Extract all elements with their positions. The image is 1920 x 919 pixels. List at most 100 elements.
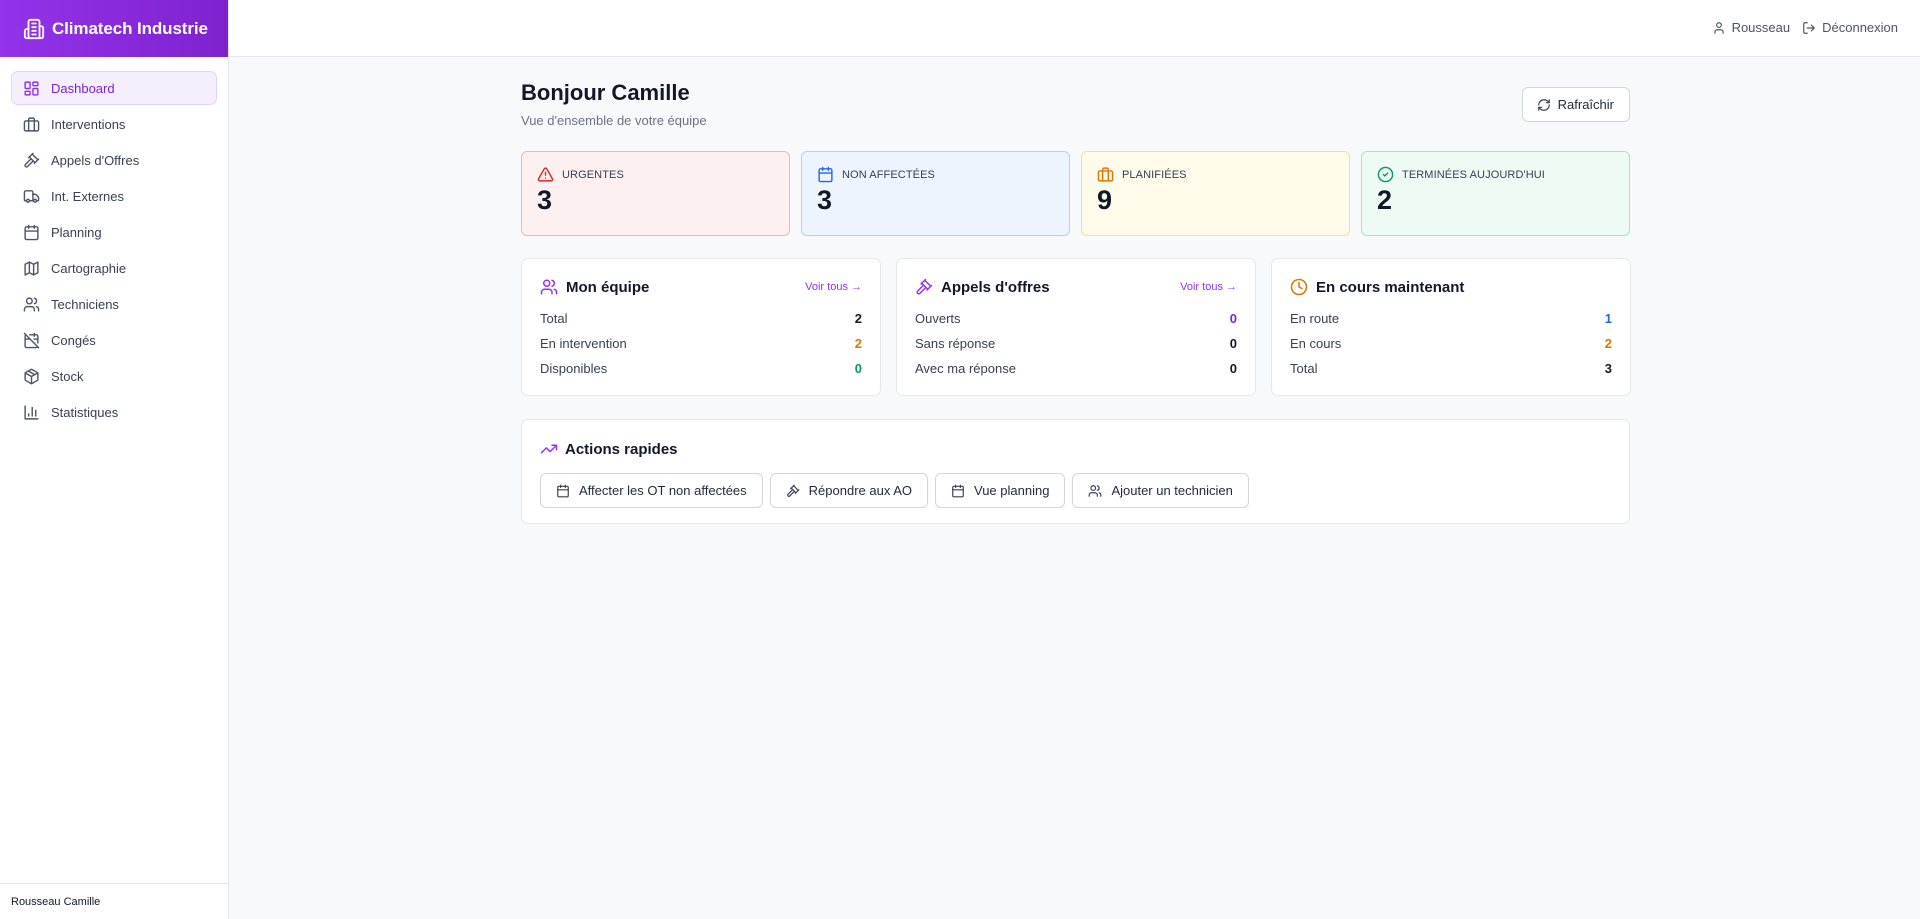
sidebar-user: Rousseau Camille [0, 883, 228, 919]
gavel-icon [786, 484, 800, 497]
card-title: Appels d'offres [941, 278, 1050, 296]
refresh-label: Rafraîchir [1557, 97, 1614, 112]
row-value: 2 [1604, 336, 1612, 351]
page-subtitle: Vue d'ensemble de votre équipe [521, 113, 707, 128]
map-icon [24, 260, 39, 276]
logout-label: Déconnexion [1822, 20, 1898, 35]
sidebar: Climatech Industrie Dashboard Interventi… [0, 0, 229, 919]
sidebar-item-label: Stock [51, 368, 84, 384]
tenders-card: Appels d'offres Voir tous → Ouverts 0 San… [896, 258, 1256, 396]
stat-card-terminees[interactable]: TERMINÉES AUJOURD'HUI 2 [1361, 151, 1630, 236]
calendar-icon [24, 224, 39, 240]
user-icon [1713, 21, 1724, 34]
sidebar-item-label: Cartographie [51, 260, 127, 276]
users-icon [540, 279, 558, 295]
tenders-row-ouverts: Ouverts 0 [915, 306, 1237, 331]
user-menu[interactable]: Rousseau [1712, 20, 1791, 35]
topbar-actions: Rousseau Déconnexion [1700, 0, 1898, 55]
stat-label: URGENTES [562, 168, 624, 181]
main-content: Bonjour Camille Vue d'ensemble de votre … [521, 80, 1631, 524]
assign-unassigned-button[interactable]: Affecter les OT non affectées [540, 473, 763, 508]
stat-value: 3 [817, 185, 833, 215]
logout-button[interactable]: Déconnexion [1802, 20, 1898, 35]
topbar: Rousseau Déconnexion [229, 0, 1920, 57]
button-label: Ajouter un technicien [1111, 483, 1233, 498]
card-title: Actions rapides [565, 440, 678, 458]
package-icon [24, 368, 39, 384]
sidebar-item-cartographie[interactable]: Cartographie [11, 251, 217, 285]
stat-label: PLANIFIÉES [1122, 168, 1187, 181]
sidebar-item-label: Interventions [51, 116, 126, 132]
row-label: Total [540, 311, 568, 326]
sidebar-item-label: Statistiques [51, 404, 119, 420]
sidebar-item-statistiques[interactable]: Statistiques [11, 395, 217, 429]
sidebar-item-int-externes[interactable]: Int. Externes [11, 179, 217, 213]
team-row-total: Total 2 [540, 306, 862, 331]
building-icon [23, 18, 45, 39]
stat-value: 9 [1097, 185, 1113, 215]
tenders-row-avec-reponse: Avec ma réponse 0 [915, 356, 1237, 381]
user-name: Rousseau [1731, 20, 1791, 35]
row-value: 0 [1229, 311, 1237, 326]
gavel-icon [24, 152, 40, 168]
sidebar-item-label: Planning [51, 224, 102, 240]
row-label: Avec ma réponse [915, 361, 1016, 376]
sidebar-item-stock[interactable]: Stock [11, 359, 217, 393]
row-label: En intervention [540, 336, 627, 351]
see-all-tenders-link[interactable]: Voir tous → [1180, 281, 1237, 293]
button-label: Affecter les OT non affectées [579, 483, 747, 498]
bar-chart-icon [24, 404, 39, 420]
planning-view-button[interactable]: Vue planning [935, 473, 1066, 508]
stat-card-non-affectees[interactable]: NON AFFECTÉES 3 [801, 151, 1070, 236]
calendar-icon [557, 484, 569, 497]
stat-card-planifiees[interactable]: PLANIFIÉES 9 [1081, 151, 1350, 236]
button-label: Répondre aux AO [808, 483, 913, 498]
team-row-disponibles: Disponibles 0 [540, 356, 862, 381]
row-value: 3 [1604, 361, 1612, 376]
users-icon [1089, 484, 1102, 497]
refresh-button[interactable]: Rafraîchir [1521, 87, 1630, 122]
tenders-row-sans-reponse: Sans réponse 0 [915, 331, 1237, 356]
row-label: Ouverts [915, 311, 961, 326]
calendar-off-icon [23, 332, 40, 348]
app-name: Climatech Industrie [52, 18, 208, 38]
stat-label: TERMINÉES AUJOURD'HUI [1402, 168, 1545, 181]
stat-card-urgentes[interactable]: URGENTES 3 [521, 151, 790, 236]
row-label: En route [1290, 311, 1340, 326]
sidebar-item-interventions[interactable]: Interventions [11, 107, 217, 141]
gavel-icon [916, 278, 933, 295]
sidebar-item-label: Techniciens [51, 296, 119, 312]
check-circle-icon [1377, 166, 1394, 183]
alert-triangle-icon [537, 167, 554, 182]
respond-tenders-button[interactable]: Répondre aux AO [769, 473, 929, 508]
briefcase-icon [1097, 167, 1114, 182]
stat-value: 2 [1377, 185, 1393, 215]
sidebar-item-planning[interactable]: Planning [11, 215, 217, 249]
sidebar-item-appels-offres[interactable]: Appels d'Offres [11, 143, 217, 177]
sidebar-item-techniciens[interactable]: Techniciens [11, 287, 217, 321]
row-value: 1 [1604, 311, 1612, 326]
refresh-icon [1537, 98, 1550, 111]
team-card: Mon équipe Voir tous → Total 2 En interve… [521, 258, 881, 396]
see-all-team-link[interactable]: Voir tous → [805, 281, 862, 293]
row-label: Sans réponse [915, 336, 996, 351]
add-technician-button[interactable]: Ajouter un technicien [1072, 473, 1249, 508]
truck-icon [23, 189, 40, 203]
page-title: Bonjour Camille [521, 80, 690, 105]
dashboard-icon [24, 80, 39, 96]
row-label: Disponibles [540, 361, 608, 376]
clock-icon [1290, 278, 1308, 296]
brand-header[interactable]: Climatech Industrie [0, 0, 228, 57]
stat-label: NON AFFECTÉES [842, 168, 935, 181]
row-value: 0 [1229, 361, 1237, 376]
sidebar-item-conges[interactable]: Congés [11, 323, 217, 357]
users-icon [23, 296, 40, 312]
ongoing-row-en-route: En route 1 [1290, 306, 1612, 331]
sidebar-item-dashboard[interactable]: Dashboard [11, 71, 217, 105]
row-value: 2 [854, 336, 862, 351]
button-label: Vue planning [974, 483, 1050, 498]
row-value: 2 [854, 311, 862, 326]
sidebar-nav: Dashboard Interventions Appels d'Offres … [0, 57, 228, 429]
ongoing-row-en-cours: En cours 2 [1290, 331, 1612, 356]
sidebar-item-label: Dashboard [51, 80, 115, 96]
